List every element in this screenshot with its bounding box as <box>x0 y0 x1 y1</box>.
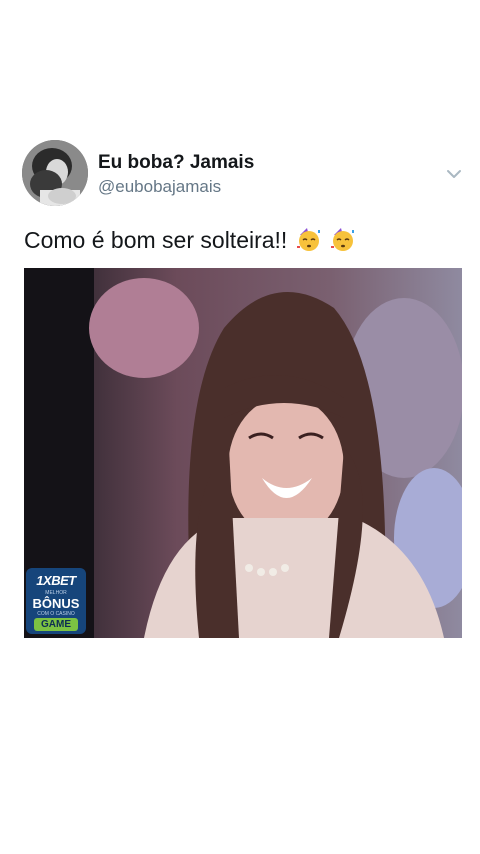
partying-face-emoji-icon <box>296 228 320 251</box>
tweet-text: Como é bom ser solteira!! <box>24 226 356 254</box>
display-name[interactable]: Eu boba? Jamais <box>98 152 254 174</box>
partying-face-emoji-icon <box>331 228 355 251</box>
ad-brand-logo: 1XBET <box>36 573 76 588</box>
ad-small-text: COM O CASINO <box>37 611 75 617</box>
ad-bonus-text: BÔNUS <box>32 596 80 611</box>
video-frame-image <box>24 268 462 638</box>
tweet-header: Eu boba? Jamais @eubobajamais <box>22 140 468 210</box>
tweet-screenshot: Eu boba? Jamais @eubobajamais Como é bom… <box>0 0 480 854</box>
chevron-down-icon[interactable] <box>444 164 464 184</box>
avatar-image <box>22 140 88 206</box>
ad-game-label: GAME <box>34 618 78 631</box>
tweet-text-content: Como é bom ser solteira!! <box>24 227 288 253</box>
user-handle[interactable]: @eubobajamais <box>98 177 221 197</box>
avatar[interactable] <box>22 140 88 206</box>
sponsor-ad-badge[interactable]: 1XBET MELHOR BÔNUS COM O CASINO GAME <box>26 568 86 634</box>
tweet-video[interactable]: 1XBET MELHOR BÔNUS COM O CASINO GAME <box>24 268 462 638</box>
